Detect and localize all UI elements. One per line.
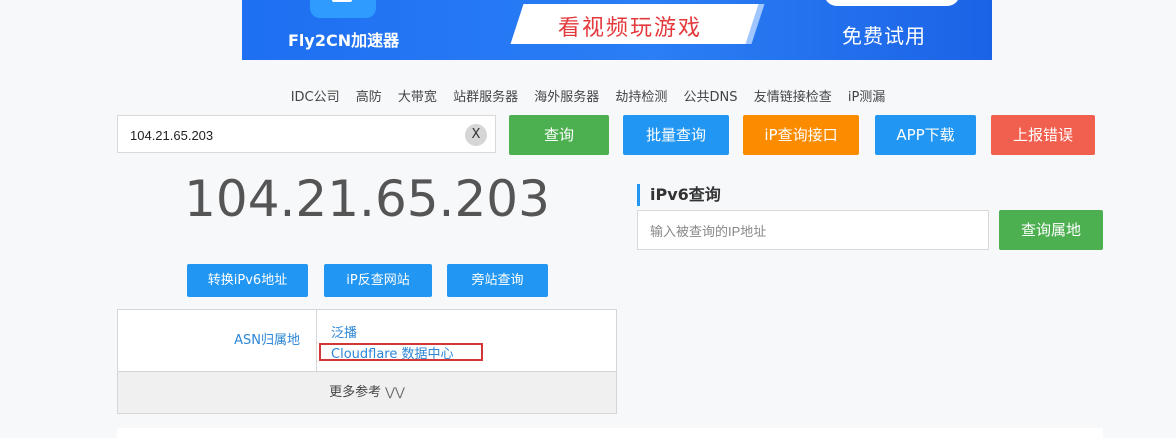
result-info-table: ASN归属地 泛播 Cloudflare 数据中心 更多参考 ⋁⋁: [117, 309, 617, 414]
nav-link-ddos[interactable]: 高防: [356, 90, 382, 105]
asn-value-anycast[interactable]: 泛播: [331, 322, 357, 341]
ipv6-search-input[interactable]: [648, 211, 982, 251]
nav-link-hijack-check[interactable]: 劫持检测: [615, 90, 667, 105]
nav-link-public-dns[interactable]: 公共DNS: [684, 90, 738, 105]
ipv6-input-box: [637, 210, 989, 251]
nav-link-friend-link[interactable]: 友情链接检查: [754, 90, 832, 105]
double-chevron-down-icon: ⋁⋁: [385, 385, 405, 399]
clear-icon[interactable]: X: [465, 124, 487, 146]
nav-link-overseas-server[interactable]: 海外服务器: [534, 90, 599, 105]
content-card-edge: [117, 428, 1103, 438]
banner-free-trial[interactable]: 免费试用: [842, 20, 926, 49]
ip-search-input[interactable]: [128, 116, 462, 154]
more-reference-label: 更多参考: [329, 385, 382, 400]
side-site-button[interactable]: 旁站查询: [447, 264, 548, 297]
highlight-box: [319, 343, 483, 361]
more-reference-toggle[interactable]: 更多参考 ⋁⋁: [118, 372, 616, 413]
nav-link-station-server[interactable]: 站群服务器: [453, 90, 518, 105]
reverse-lookup-button[interactable]: iP反查网站: [324, 264, 432, 297]
report-error-button[interactable]: 上报错误: [991, 115, 1095, 155]
convert-ipv6-button[interactable]: 转换iPv6地址: [187, 264, 308, 297]
asn-label[interactable]: ASN归属地: [118, 310, 317, 371]
batch-query-button[interactable]: 批量查询: [623, 115, 729, 155]
ip-search-box: X: [117, 115, 496, 154]
nav-link-bandwidth[interactable]: 大带宽: [398, 90, 437, 105]
table-row: ASN归属地 泛播 Cloudflare 数据中心: [118, 310, 616, 372]
brand-logo-icon: [310, 0, 376, 18]
nav-link-idc[interactable]: IDC公司: [291, 90, 340, 105]
ip-api-button[interactable]: iP查询接口: [743, 115, 859, 155]
banner-pill-shape: [824, 0, 960, 6]
ipv6-section-title: iPv6查询: [637, 184, 721, 206]
banner-brand: Fly2CN加速器: [288, 31, 400, 50]
nav-link-ip-leak[interactable]: iP测漏: [848, 90, 885, 105]
banner-slogan: 看视频玩游戏: [557, 16, 702, 41]
ipv6-query-button[interactable]: 查询属地: [999, 210, 1103, 250]
app-download-button[interactable]: APP下载: [875, 115, 976, 155]
top-nav: IDC公司 高防 大带宽 站群服务器 海外服务器 劫持检测 公共DNS 友情链接…: [0, 86, 1176, 105]
query-button[interactable]: 查询: [509, 115, 609, 155]
ad-banner[interactable]: Fly2CN加速器 看视频玩游戏 免费试用: [242, 0, 992, 60]
result-ip-address: 104.21.65.203: [184, 170, 550, 228]
